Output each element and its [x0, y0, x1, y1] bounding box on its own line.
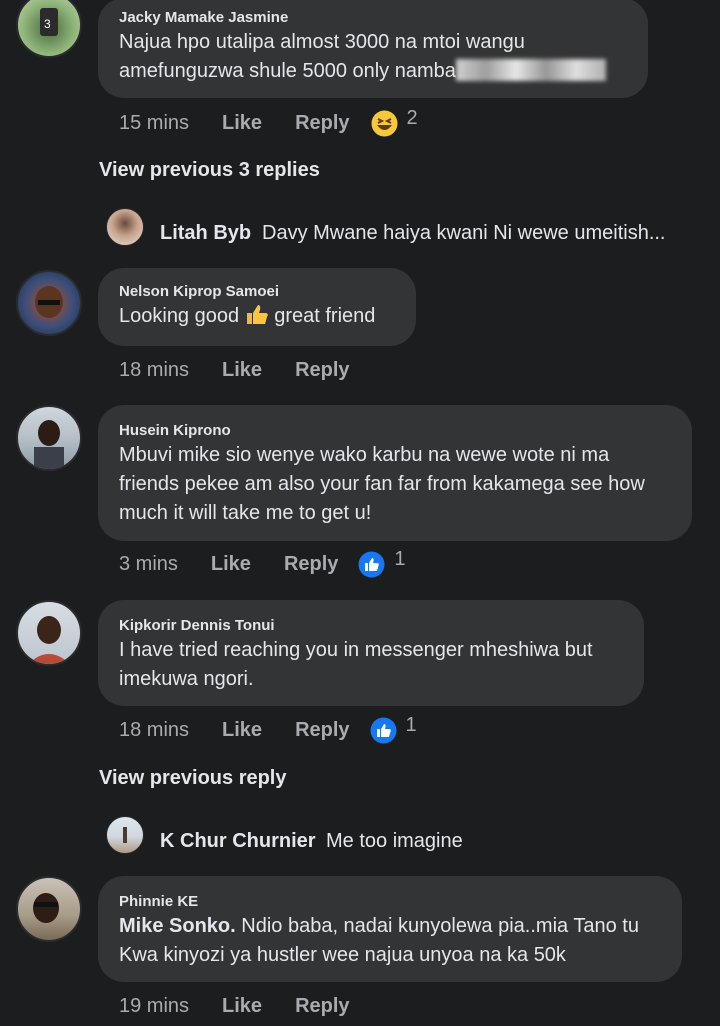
comment-husein: Husein Kiprono Mbuvi mike sio wenye wako… — [0, 405, 720, 585]
like-button[interactable]: Like — [211, 553, 251, 576]
collapsed-reply-author[interactable]: K Chur Churnier — [160, 830, 316, 853]
avatar[interactable] — [16, 270, 82, 336]
svg-text:3: 3 — [44, 17, 51, 31]
like-reaction-icon[interactable] — [370, 717, 397, 744]
reply-button[interactable]: Reply — [295, 112, 349, 135]
comment-actions: 18 mins Like Reply 1 — [119, 714, 417, 745]
comment-actions: 3 mins Like Reply 1 — [119, 548, 406, 579]
comment-phinnie: Phinnie KE Mike Sonko. Ndio baba, nadai … — [0, 876, 720, 1026]
redacted-number — [455, 59, 606, 81]
avatar-photo-icon: 3 — [40, 8, 58, 36]
view-previous-reply-link[interactable]: View previous reply — [99, 767, 287, 790]
avatar[interactable] — [106, 816, 144, 854]
reply-button[interactable]: Reply — [295, 719, 349, 742]
thumbs-up-emoji-icon — [245, 303, 269, 334]
comment-time[interactable]: 18 mins — [119, 359, 189, 382]
comment-text-line: Kwa kinyozi ya hustler wee najua unyoa n… — [119, 944, 566, 966]
comment-text-part: great friend — [274, 305, 376, 327]
comment-author[interactable]: Husein Kiprono — [119, 421, 672, 441]
comment-text: Looking good great friend — [119, 302, 396, 334]
avatar-photo-icon — [28, 616, 70, 664]
comment-jacky: 3 Jacky Mamake Jasmine Najua hpo utalipa… — [0, 0, 720, 140]
comment-text-part: amefunguzwa shule 5000 only namba — [119, 60, 456, 82]
comment-bubble[interactable]: Husein Kiprono Mbuvi mike sio wenye wako… — [98, 405, 692, 541]
comment-text: Mike Sonko. Ndio baba, nadai kunyolewa p… — [119, 912, 662, 970]
view-previous-replies-link[interactable]: View previous 3 replies — [99, 159, 320, 182]
avatar[interactable] — [106, 208, 144, 246]
like-button[interactable]: Like — [222, 995, 262, 1018]
comment-actions: 15 mins Like Reply 2 — [119, 107, 418, 138]
comment-author[interactable]: Nelson Kiprop Samoei — [119, 282, 396, 302]
avatar[interactable] — [16, 405, 82, 471]
comment-author[interactable]: Phinnie KE — [119, 892, 662, 912]
comment-bubble[interactable]: Jacky Mamake Jasmine Najua hpo utalipa a… — [98, 0, 648, 98]
like-reaction-icon[interactable] — [358, 551, 385, 578]
avatar-photo-icon — [35, 286, 63, 318]
comment-text-part: Looking good — [119, 305, 240, 327]
avatar[interactable] — [16, 600, 82, 666]
haha-reaction-icon[interactable] — [371, 110, 398, 137]
comment-actions: 19 mins Like Reply — [119, 991, 350, 1021]
comment-author[interactable]: Kipkorir Dennis Tonui — [119, 616, 624, 636]
reply-button[interactable]: Reply — [284, 553, 338, 576]
comment-time[interactable]: 3 mins — [119, 553, 178, 576]
comment-text-line: much it will take me to get u! — [119, 502, 372, 524]
collapsed-reply-snippet: Davy Mwane haiya kwani Ni wewe umeitish.… — [262, 222, 666, 244]
comment-text-part: Ndio baba, nadai kunyolewa pia..mia Tano… — [235, 915, 639, 937]
like-button[interactable]: Like — [222, 359, 262, 382]
collapsed-reply-snippet: Me too imagine — [326, 830, 463, 852]
comment-text-line: Mike Sonko. Ndio baba, nadai kunyolewa p… — [119, 912, 662, 941]
like-button[interactable]: Like — [222, 112, 262, 135]
comment-time[interactable]: 19 mins — [119, 995, 189, 1018]
comment-text: Mbuvi mike sio wenye wako karbu na wewe … — [119, 441, 672, 528]
comment-kipkorir: Kipkorir Dennis Tonui I have tried reach… — [0, 600, 720, 750]
like-button[interactable]: Like — [222, 719, 262, 742]
comment-text-line: Najua hpo utalipa almost 3000 na mtoi wa… — [119, 31, 525, 53]
comment-text-line: Mbuvi mike sio wenye wako karbu na wewe … — [119, 444, 610, 466]
comment-text-line: amefunguzwa shule 5000 only namba — [119, 57, 628, 86]
avatar[interactable] — [16, 876, 82, 942]
comment-bubble[interactable]: Kipkorir Dennis Tonui I have tried reach… — [98, 600, 644, 706]
comment-text: I have tried reaching you in messenger m… — [119, 636, 624, 694]
avatar[interactable]: 3 — [16, 0, 82, 58]
avatar-photo-icon — [123, 827, 127, 843]
comment-text-line: imekuwa ngori. — [119, 668, 254, 690]
reaction-count[interactable]: 1 — [394, 548, 405, 571]
avatar-photo-icon — [33, 893, 59, 923]
collapsed-reply[interactable]: Litah Byb Davy Mwane haiya kwani Ni wewe… — [0, 208, 720, 250]
comment-time[interactable]: 15 mins — [119, 112, 189, 135]
comment-text-line: friends pekee am also your fan far from … — [119, 473, 645, 495]
comment-text-line: I have tried reaching you in messenger m… — [119, 639, 593, 661]
comment-nelson: Nelson Kiprop Samoei Looking good great … — [0, 268, 720, 388]
reaction-count[interactable]: 1 — [406, 714, 417, 737]
comment-actions: 18 mins Like Reply — [119, 355, 350, 385]
comment-bubble[interactable]: Phinnie KE Mike Sonko. Ndio baba, nadai … — [98, 876, 682, 982]
reply-button[interactable]: Reply — [295, 359, 349, 382]
comment-time[interactable]: 18 mins — [119, 719, 189, 742]
comment-text: Najua hpo utalipa almost 3000 na mtoi wa… — [119, 28, 628, 86]
avatar-photo-icon — [34, 420, 64, 469]
comment-author[interactable]: Jacky Mamake Jasmine — [119, 8, 628, 28]
reaction-count[interactable]: 2 — [407, 107, 418, 130]
collapsed-reply[interactable]: K Chur Churnier Me too imagine — [0, 816, 720, 856]
comment-bubble[interactable]: Nelson Kiprop Samoei Looking good great … — [98, 268, 416, 346]
reply-button[interactable]: Reply — [295, 995, 349, 1018]
mention-link[interactable]: Mike Sonko. — [119, 915, 236, 937]
collapsed-reply-author[interactable]: Litah Byb — [160, 222, 251, 245]
